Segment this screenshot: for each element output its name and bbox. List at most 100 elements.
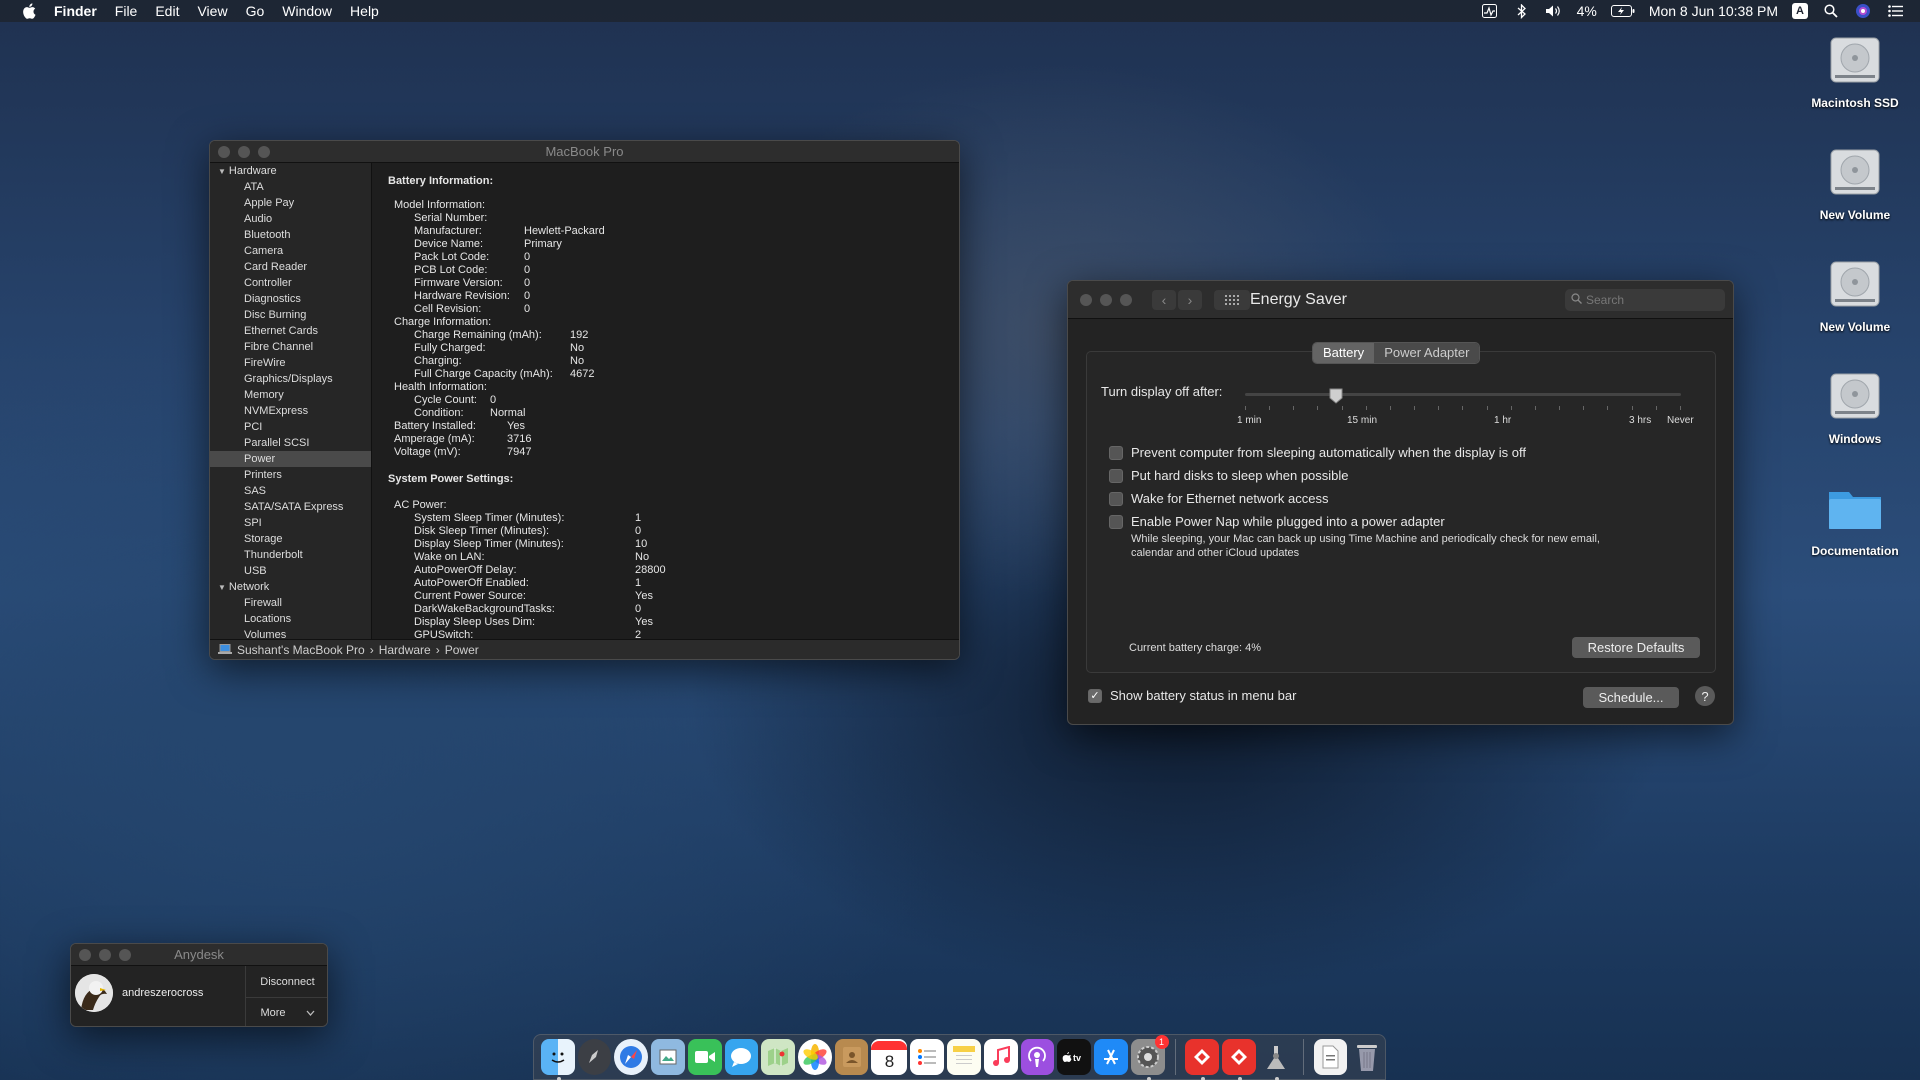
- menu-window[interactable]: Window: [282, 3, 332, 19]
- option-disk-sleep[interactable]: Put hard disks to sleep when possible: [1109, 468, 1349, 483]
- siri-icon[interactable]: [1854, 3, 1872, 19]
- maps-icon[interactable]: [761, 1039, 796, 1075]
- input-source-icon[interactable]: A: [1792, 3, 1808, 19]
- help-button[interactable]: ?: [1695, 686, 1715, 706]
- calendar-icon[interactable]: 8: [871, 1039, 908, 1075]
- menu-file[interactable]: File: [115, 3, 138, 19]
- checkbox[interactable]: [1109, 468, 1123, 483]
- messages-icon[interactable]: [724, 1039, 759, 1075]
- anydesk-icon[interactable]: [1185, 1039, 1220, 1080]
- photos-icon[interactable]: [798, 1039, 832, 1075]
- sidebar-item-ata[interactable]: ATA: [210, 179, 371, 195]
- title-bar[interactable]: ‹ › Energy Saver Search: [1068, 281, 1733, 319]
- menu-edit[interactable]: Edit: [155, 3, 179, 19]
- apple-menu-icon[interactable]: [20, 2, 38, 20]
- finder-icon[interactable]: [541, 1039, 575, 1080]
- minimize-button[interactable]: [1100, 293, 1112, 306]
- more-button[interactable]: More: [246, 998, 327, 1026]
- desktop-icon-new-volume-2[interactable]: New Volume: [1795, 254, 1915, 334]
- sidebar-item-controller[interactable]: Controller: [210, 275, 371, 291]
- close-button[interactable]: [79, 948, 91, 961]
- sidebar-item-parallel-scsi[interactable]: Parallel SCSI: [210, 435, 371, 451]
- path-item-power[interactable]: Power: [445, 643, 479, 657]
- checkbox[interactable]: [1109, 491, 1123, 506]
- sidebar-item-diagnostics[interactable]: Diagnostics: [210, 291, 371, 307]
- reminders-icon[interactable]: [910, 1039, 945, 1075]
- clock[interactable]: Mon 8 Jun 10:38 PM: [1649, 3, 1778, 19]
- battery-icon[interactable]: [1610, 3, 1635, 19]
- podcasts-icon[interactable]: [1020, 1039, 1055, 1075]
- apple-tv-icon[interactable]: tv: [1057, 1039, 1092, 1075]
- title-bar[interactable]: Anydesk: [71, 944, 327, 966]
- sidebar-item-printers[interactable]: Printers: [210, 467, 371, 483]
- bluetooth-icon[interactable]: [1513, 3, 1531, 19]
- launchpad-icon[interactable]: [577, 1039, 612, 1075]
- notification-center-icon[interactable]: [1886, 3, 1904, 19]
- sidebar-item-firewall[interactable]: Firewall: [210, 595, 371, 611]
- disconnect-button[interactable]: Disconnect: [246, 966, 327, 997]
- anydesk-secondary-icon[interactable]: [1222, 1039, 1256, 1080]
- restore-defaults-button[interactable]: Restore Defaults: [1572, 637, 1700, 658]
- sidebar-item-spi[interactable]: SPI: [210, 515, 371, 531]
- close-button[interactable]: [1080, 293, 1092, 306]
- music-icon[interactable]: [983, 1039, 1018, 1075]
- safari-icon[interactable]: [614, 1039, 649, 1075]
- desktop-icon-new-volume-1[interactable]: New Volume: [1795, 142, 1915, 222]
- sidebar-item-fibre-channel[interactable]: Fibre Channel: [210, 339, 371, 355]
- desktop-icon-macintosh-ssd[interactable]: Macintosh SSD: [1795, 30, 1915, 110]
- sidebar-item-card-reader[interactable]: Card Reader: [210, 259, 371, 275]
- system-information-icon[interactable]: [1259, 1039, 1293, 1080]
- schedule-button[interactable]: Schedule...: [1583, 687, 1679, 708]
- sidebar-item-power[interactable]: Power: [210, 451, 371, 467]
- back-button-icon[interactable]: ‹: [1152, 289, 1176, 310]
- sidebar-item-sata[interactable]: SATA/SATA Express: [210, 499, 371, 515]
- trash-icon[interactable]: [1350, 1039, 1384, 1075]
- checkbox[interactable]: [1109, 445, 1123, 460]
- sidebar-item-bluetooth[interactable]: Bluetooth: [210, 227, 371, 243]
- close-button[interactable]: [218, 145, 230, 158]
- sidebar-item-disc-burning[interactable]: Disc Burning: [210, 307, 371, 323]
- sidebar-item-graphics-displays[interactable]: Graphics/Displays: [210, 371, 371, 387]
- sidebar-group-network[interactable]: Network: [210, 579, 371, 595]
- option-power-nap[interactable]: Enable Power Nap while plugged into a po…: [1109, 514, 1445, 529]
- sidebar-item-firewire[interactable]: FireWire: [210, 355, 371, 371]
- system-preferences-icon[interactable]: 1: [1130, 1035, 1169, 1080]
- tab-power-adapter[interactable]: Power Adapter: [1374, 343, 1480, 363]
- option-prevent-sleep[interactable]: Prevent computer from sleeping automatic…: [1109, 445, 1526, 460]
- checkbox-checked[interactable]: ✓: [1088, 688, 1102, 703]
- show-all-grid-icon[interactable]: [1214, 289, 1250, 310]
- volume-icon[interactable]: [1545, 3, 1563, 19]
- minimize-button[interactable]: [238, 145, 250, 158]
- sidebar-item-locations[interactable]: Locations: [210, 611, 371, 627]
- desktop-icon-windows[interactable]: Windows: [1795, 366, 1915, 446]
- minimize-button[interactable]: [99, 948, 111, 961]
- activity-monitor-icon[interactable]: [1481, 3, 1499, 19]
- sidebar-item-ethernet-cards[interactable]: Ethernet Cards: [210, 323, 371, 339]
- sidebar-group-hardware[interactable]: Hardware: [210, 163, 371, 179]
- slider-thumb[interactable]: [1329, 388, 1343, 404]
- spotlight-search-icon[interactable]: [1822, 3, 1840, 19]
- document-icon[interactable]: [1313, 1039, 1348, 1075]
- zoom-button[interactable]: [258, 145, 270, 158]
- sidebar-item-usb[interactable]: USB: [210, 563, 371, 579]
- menu-app-finder[interactable]: Finder: [54, 3, 97, 19]
- preview-icon[interactable]: [651, 1039, 685, 1075]
- option-show-battery-status[interactable]: ✓ Show battery status in menu bar: [1088, 688, 1296, 703]
- sidebar-item-pci[interactable]: PCI: [210, 419, 371, 435]
- desktop-icon-documentation[interactable]: Documentation: [1795, 478, 1915, 558]
- display-sleep-slider[interactable]: [1245, 388, 1681, 410]
- title-bar[interactable]: MacBook Pro: [210, 141, 959, 163]
- checkbox[interactable]: [1109, 514, 1123, 529]
- sidebar-item-camera[interactable]: Camera: [210, 243, 371, 259]
- forward-button-icon[interactable]: ›: [1178, 289, 1202, 310]
- facetime-icon[interactable]: [687, 1039, 722, 1075]
- sidebar-item-sas[interactable]: SAS: [210, 483, 371, 499]
- tab-battery[interactable]: Battery: [1313, 343, 1375, 363]
- sidebar-item-audio[interactable]: Audio: [210, 211, 371, 227]
- notes-icon[interactable]: [947, 1039, 981, 1075]
- path-item-hardware[interactable]: Hardware: [379, 643, 431, 657]
- sidebar-item-volumes[interactable]: Volumes: [210, 627, 371, 639]
- sidebar-item-apple-pay[interactable]: Apple Pay: [210, 195, 371, 211]
- search-field[interactable]: Search: [1565, 289, 1725, 311]
- path-item-computer[interactable]: Sushant's MacBook Pro: [237, 643, 365, 657]
